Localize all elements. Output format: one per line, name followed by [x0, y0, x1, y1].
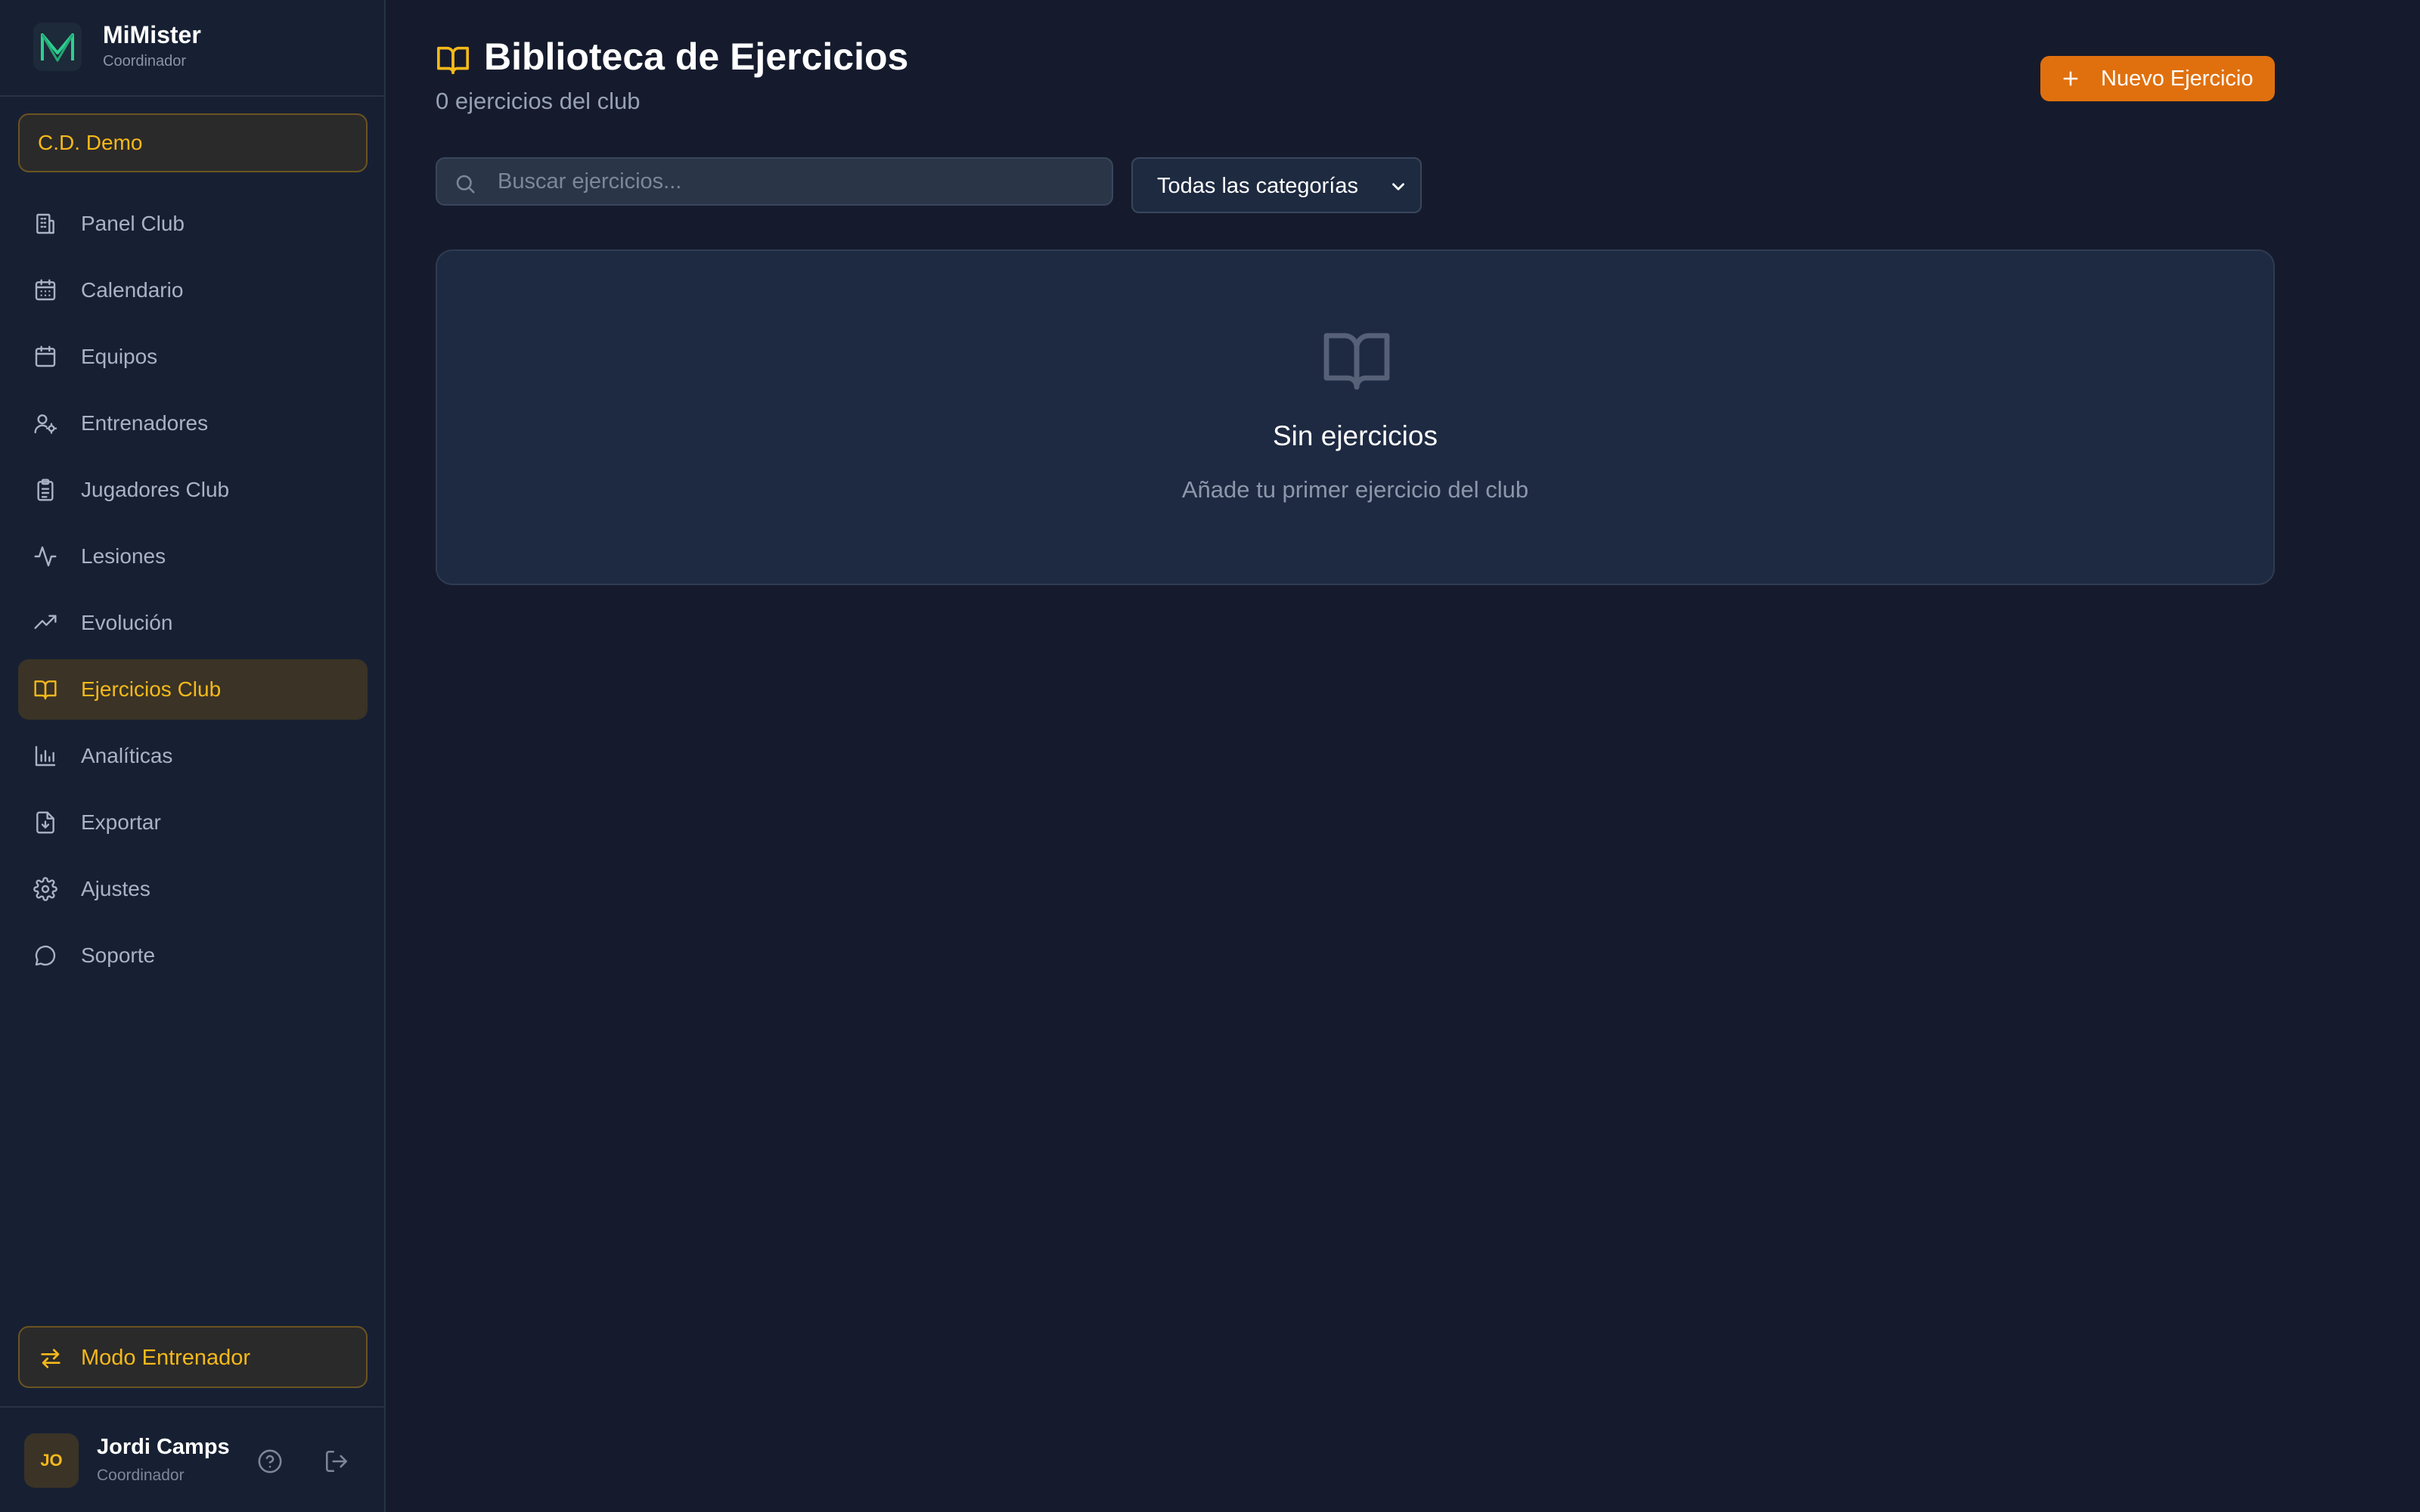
mimister-logo-icon[interactable]: [33, 23, 82, 71]
page-subtitle: 0 ejercicios del club: [436, 88, 641, 114]
avatar[interactable]: JO: [24, 1433, 79, 1488]
user-cog-icon: [34, 414, 57, 434]
chevron-down-icon: [1392, 183, 1404, 191]
empty-state-description: Añade tu primer ejercicio del club: [1181, 476, 1529, 503]
activity-icon: [34, 546, 57, 567]
new-exercise-label: Nuevo Ejercicio: [2101, 67, 2254, 91]
empty-state-title: Sin ejercicios: [1273, 420, 1438, 451]
sidebar-item-soporte[interactable]: Soporte: [18, 925, 368, 986]
bar-chart-icon: [35, 745, 56, 767]
building-icon: [36, 213, 54, 234]
book-open-icon: [34, 680, 57, 700]
chat-bubble-icon: [35, 945, 56, 966]
file-download-icon: [36, 811, 54, 834]
sidebar-item-label: Ejercicios Club: [81, 677, 222, 701]
sidebar-item-exportar[interactable]: Exportar: [18, 792, 368, 853]
sidebar-item-label: Lesiones: [81, 544, 166, 568]
club-selector[interactable]: C.D. Demo: [18, 113, 368, 172]
calendar-grid-icon: [35, 279, 56, 301]
coach-mode-button[interactable]: Modo Entrenador: [18, 1326, 368, 1388]
sidebar-item-evolucion[interactable]: Evolución: [18, 593, 368, 653]
calendar-icon: [35, 345, 56, 367]
sidebar-item-label: Jugadores Club: [81, 478, 230, 501]
brand-role: Coordinador: [103, 53, 187, 70]
book-open-icon: [437, 46, 469, 75]
logout-icon[interactable]: [324, 1448, 349, 1474]
new-exercise-button[interactable]: Nuevo Ejercicio: [2040, 56, 2275, 101]
coach-mode-label: Modo Entrenador: [81, 1346, 251, 1370]
user-name: Jordi Camps: [97, 1435, 230, 1459]
search-input[interactable]: [496, 159, 1101, 204]
sidebar-item-label: Soporte: [81, 943, 156, 967]
main-content: Biblioteca de Ejercicios 0 ejercicios de…: [386, 0, 2420, 1512]
swap-arrows-icon: [41, 1349, 60, 1368]
sidebar-item-lesiones[interactable]: Lesiones: [18, 526, 368, 587]
sidebar-item-equipos[interactable]: Equipos: [18, 327, 368, 387]
plus-icon: [2063, 71, 2078, 86]
search-field[interactable]: [436, 157, 1113, 206]
sidebar-item-ejercicios-club[interactable]: Ejercicios Club: [18, 659, 368, 720]
sidebar-item-entrenadores[interactable]: Entrenadores: [18, 393, 368, 454]
sidebar-item-ajustes[interactable]: Ajustes: [18, 859, 368, 919]
sidebar-item-label: Entrenadores: [81, 411, 209, 435]
user-bar: JO Jordi Camps Coordinador: [0, 1406, 384, 1512]
sidebar-item-label: Ajustes: [81, 877, 150, 900]
trending-up-icon: [34, 615, 57, 629]
sidebar-item-label: Panel Club: [81, 212, 185, 235]
sidebar-item-calendario[interactable]: Calendario: [18, 260, 368, 321]
sidebar-item-label: Evolución: [81, 611, 173, 634]
page-title: Biblioteca de Ejercicios: [484, 36, 909, 78]
sidebar-item-label: Equipos: [81, 345, 158, 368]
sidebar-item-label: Analíticas: [81, 744, 173, 767]
help-icon[interactable]: [257, 1448, 283, 1474]
sidebar-nav: Panel Club Calendario Equipos Entrenador…: [18, 194, 368, 992]
category-select[interactable]: Todas las categorías: [1131, 157, 1422, 213]
empty-state-card: Sin ejercicios Añade tu primer ejercicio…: [436, 249, 2275, 585]
sidebar-item-label: Calendario: [81, 278, 184, 302]
book-open-icon: [1323, 333, 1390, 390]
brand-name: MiMister: [103, 21, 201, 48]
brand-header: MiMister Coordinador: [0, 0, 384, 97]
clipboard-icon: [37, 479, 54, 501]
sidebar-item-analiticas[interactable]: Analíticas: [18, 726, 368, 786]
search-icon: [456, 175, 475, 194]
gear-icon: [33, 877, 57, 901]
sidebar-item-jugadores-club[interactable]: Jugadores Club: [18, 460, 368, 520]
user-role: Coordinador: [97, 1467, 185, 1484]
sidebar: MiMister Coordinador C.D. Demo Panel Clu…: [0, 0, 386, 1512]
sidebar-item-label: Exportar: [81, 810, 161, 834]
sidebar-item-panel-club[interactable]: Panel Club: [18, 194, 368, 254]
category-select-value: Todas las categorías: [1157, 174, 1358, 198]
